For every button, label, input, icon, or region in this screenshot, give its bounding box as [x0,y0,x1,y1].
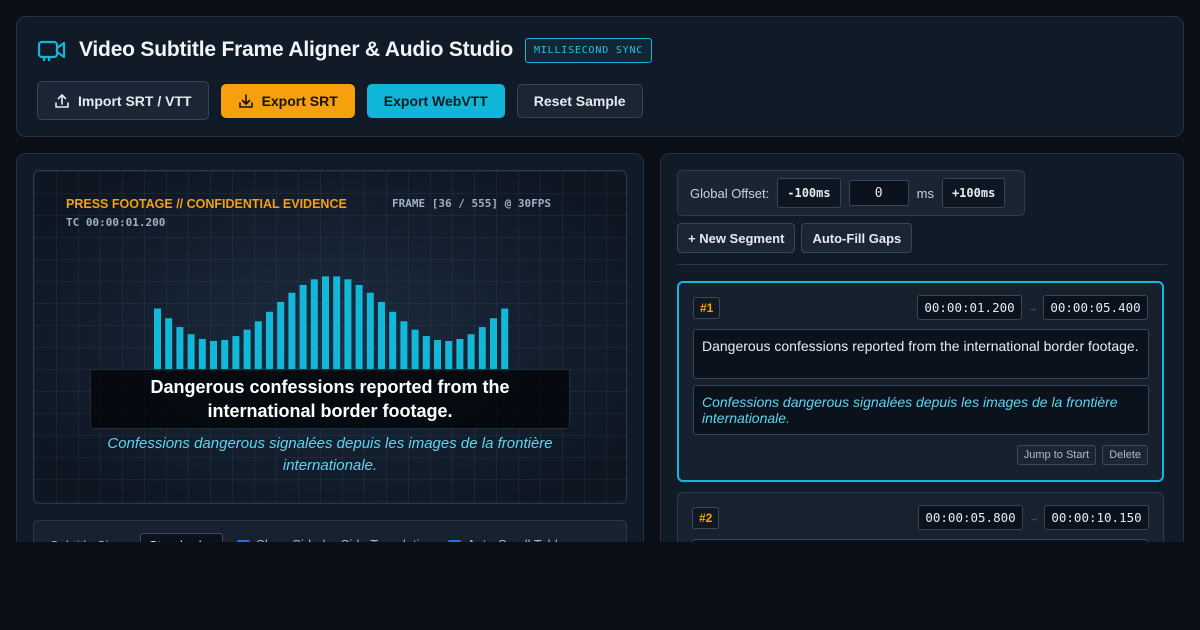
waveform-bar [456,338,464,371]
waveform-bar [333,276,341,371]
segment-number: #2 [692,507,720,529]
offset-minus-button[interactable]: -100ms [777,178,841,208]
waveform-bar [210,340,217,371]
waveform-bar [490,318,497,371]
offset-input[interactable]: 0 [848,180,909,206]
segment-times: 00:00:01.200 → 00:00:05.400 [917,295,1148,320]
waveform-bar [378,301,385,371]
import-button[interactable]: Import SRT / VTT [37,81,209,120]
start-time-input[interactable]: 00:00:05.800 [918,505,1023,530]
start-time-input[interactable]: 00:00:01.200 [917,295,1022,320]
offset-plus-button[interactable]: +100ms [941,178,1006,208]
title-row: Video Subtitle Frame Aligner & Audio Stu… [37,37,653,63]
video-camera-icon [37,40,66,61]
waveform-bar [467,334,475,371]
waveform-bar [288,292,296,371]
audio-waveform [154,276,509,371]
new-segment-button[interactable]: + New Segment [677,223,796,253]
export-webvtt-button[interactable]: Export WebVTT [366,83,505,118]
waveform-bar [322,276,329,371]
subtitle-translation-overlay: Confessions dangerous signalées depuis l… [107,435,553,474]
waveform-bar [344,279,352,371]
export-srt-label: Export SRT [261,92,338,109]
waveform-bar [411,329,419,371]
waveform-bar [165,318,173,371]
waveform-bar [299,284,307,371]
download-icon [238,93,253,108]
reset-sample-button[interactable]: Reset Sample [516,83,643,118]
toolbar: Import SRT / VTT Export SRT Export WebVT… [37,81,643,120]
offset-unit: ms [916,185,934,201]
waveform-bar [389,311,397,371]
sync-badge: MILLISECOND SYNC [524,37,653,63]
offset-label: Global Offset: [690,185,770,201]
waveform-bar [400,321,408,371]
delete-segment-button[interactable]: Delete [1102,445,1148,465]
right-arrow-icon: → [1028,302,1037,313]
waveform-bar [176,327,184,371]
import-label: Import SRT / VTT [78,92,192,109]
waveform-bar [445,340,453,371]
end-time-input[interactable]: 00:00:05.400 [1043,295,1148,320]
jump-to-start-button[interactable]: Jump to Start [1016,445,1097,465]
segment-card[interactable]: #1 00:00:01.200 → 00:00:05.400 Dangerous… [677,281,1164,482]
waveform-bar [154,308,161,371]
export-webvtt-label: Export WebVTT [383,92,488,109]
waveform-bar [366,292,374,371]
segment-number: #1 [693,297,721,319]
end-time-input[interactable]: 00:00:10.150 [1044,505,1149,530]
global-offset-control: Global Offset: -100ms 0 ms +100ms [677,170,1025,216]
waveform-bar [243,329,251,371]
app-title: Video Subtitle Frame Aligner & Audio Stu… [79,38,513,61]
upload-icon [55,93,69,108]
video-preview[interactable]: PRESS FOOTAGE // CONFIDENTIAL EVIDENCE F… [33,170,627,504]
right-arrow-icon: → [1029,512,1038,523]
subtitle-overlay: Dangerous confessions reported from the … [90,369,570,429]
waveform-bar [221,339,229,371]
translation-text-input[interactable]: Confessions dangerous signalées depuis l… [693,385,1149,435]
segment-card-actions: Jump to Start Delete [1016,445,1148,465]
segment-actions: + New Segment Auto-Fill Gaps [677,223,913,253]
header-card: Video Subtitle Frame Aligner & Audio Stu… [16,16,1184,137]
reset-label: Reset Sample [533,92,626,109]
waveform-bar [422,336,430,371]
waveform-bar [501,308,509,371]
auto-fill-gaps-button[interactable]: Auto-Fill Gaps [801,223,913,253]
divider [677,264,1167,265]
waveform-bar [434,339,441,371]
waveform-bar [355,284,363,371]
export-srt-button[interactable]: Export SRT [220,83,355,118]
waveform-bar [254,321,262,371]
waveform-bar [187,334,195,371]
segment-times: 00:00:05.800 → 00:00:10.150 [918,505,1149,530]
subtitle-text-input[interactable]: Dangerous confessions reported from the … [693,329,1149,379]
waveform-bar [310,279,318,371]
waveform-bar [198,338,206,371]
timecode-readout: TC 00:00:01.200 [66,216,166,229]
waveform-bar [478,327,486,371]
waveform-bar [266,311,273,371]
waveform-bar [277,301,285,371]
viewport-cutoff [0,542,1200,630]
waveform-bar [232,336,240,371]
